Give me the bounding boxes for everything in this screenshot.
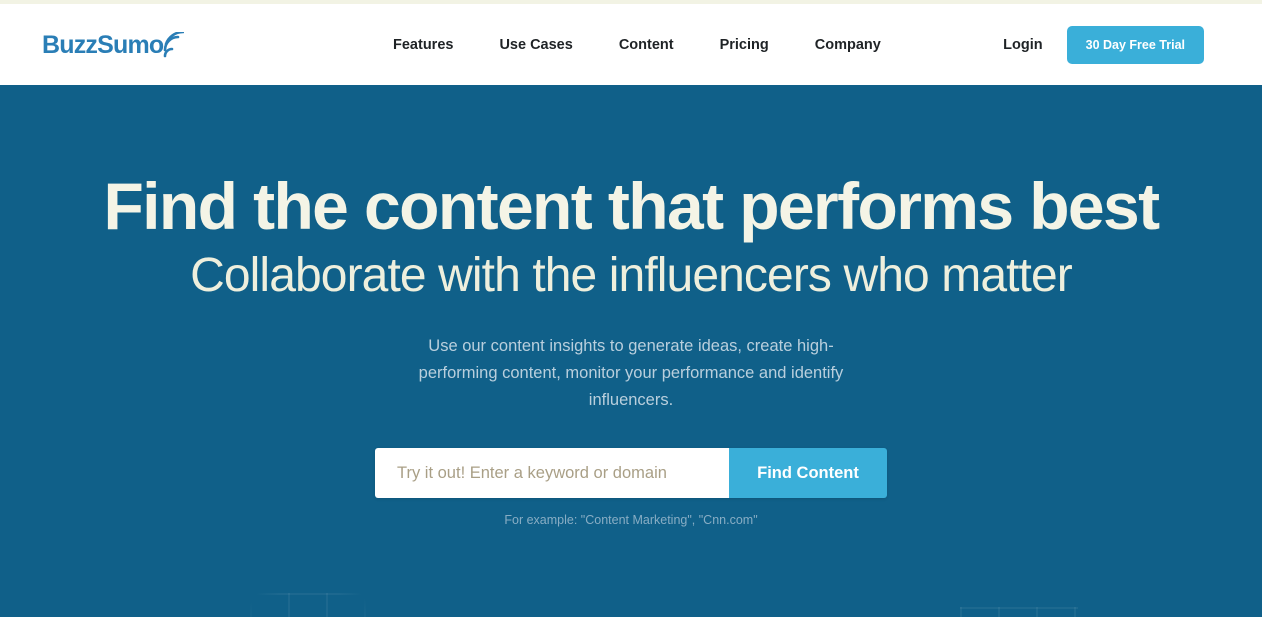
hero-description: Use our content insights to generate ide… [418,337,844,410]
hero-headline: Find the content that performs best [103,169,1160,243]
nav-item-content[interactable]: Content [619,27,674,63]
nav-item-features[interactable]: Features [393,27,453,63]
buzzsumo-logo[interactable]: BuzzSumo [42,30,185,59]
search-example-hint: For example: "Content Marketing", "Cnn.c… [504,513,758,528]
header-actions: Login 30 Day Free Trial [1003,25,1204,64]
signal-waves-icon [162,31,185,58]
logo-wordmark: BuzzSumo [42,30,164,59]
hero-section: Find the content that performs best Coll… [0,85,1262,617]
main-navigation: Features Use Cases Content Pricing Compa… [393,27,881,63]
decorative-grid-pattern [250,593,368,617]
hero-subheadline: Collaborate with the influencers who mat… [190,249,1073,302]
site-header: BuzzSumo Features Use Cases Content Pric… [0,4,1262,85]
search-input[interactable] [375,448,729,499]
hero-search-bar: Find Content [375,448,887,499]
find-content-button[interactable]: Find Content [729,448,887,499]
login-link[interactable]: Login [1003,37,1042,53]
decorative-grid-pattern [960,607,1078,617]
free-trial-button[interactable]: 30 Day Free Trial [1066,25,1204,64]
nav-item-pricing[interactable]: Pricing [720,27,769,63]
hero-content: Find the content that performs best Coll… [0,173,1262,527]
nav-item-use-cases[interactable]: Use Cases [499,27,572,63]
nav-item-company[interactable]: Company [815,27,881,63]
